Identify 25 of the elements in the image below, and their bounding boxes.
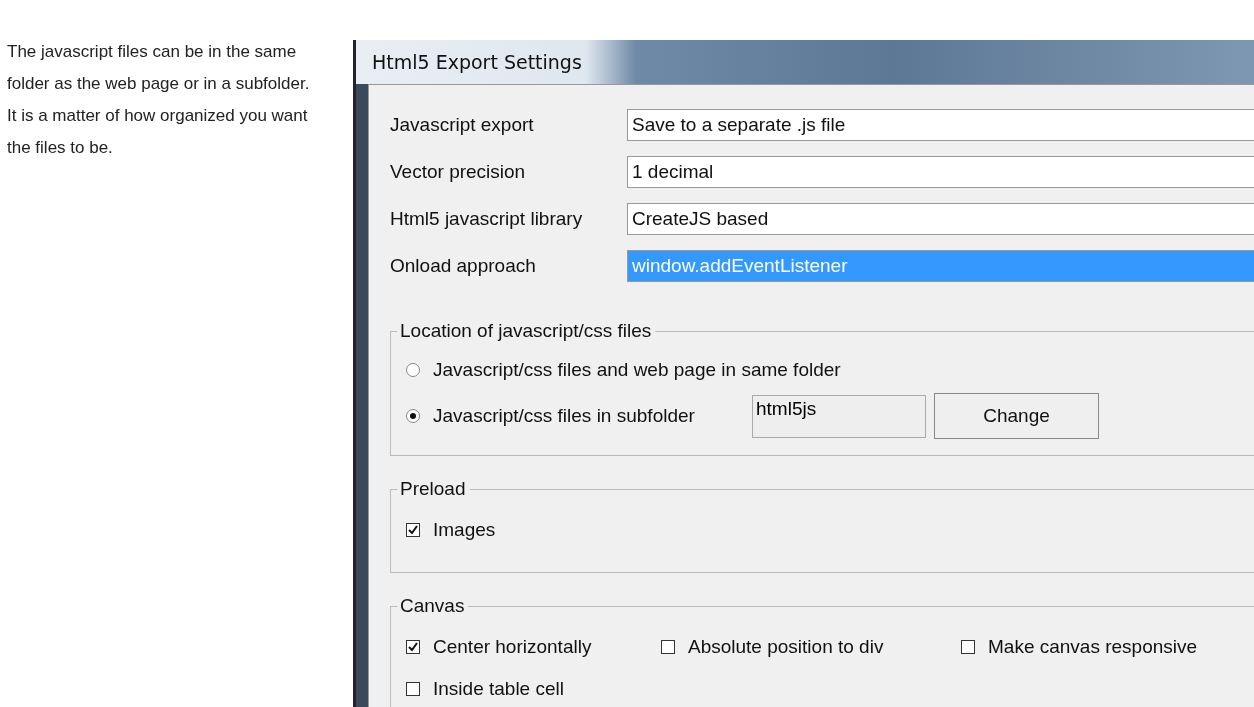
change-button[interactable]: Change xyxy=(934,393,1099,439)
folder-field[interactable]: html5js xyxy=(752,394,926,438)
checkbox[interactable] xyxy=(406,682,420,696)
radio-button[interactable] xyxy=(406,363,420,377)
intro-paragraph: The javascript files can be in the same folder as the web page or in a subfolder. It is a matter of how organized you want the files to be. xyxy=(7,41,311,159)
setting-label: Html5 javascript library xyxy=(390,208,584,230)
checkbox-option[interactable]: Make canvas responsive xyxy=(961,636,1241,658)
window-title: Html5 Export Settings xyxy=(372,51,582,73)
radio-option[interactable]: Javascript/css files in subfolder xyxy=(406,405,752,427)
checkbox-option[interactable]: Absolute position to div xyxy=(661,636,961,658)
checkbox[interactable] xyxy=(406,523,420,537)
radio-button[interactable] xyxy=(406,409,420,423)
checkbox-option[interactable]: Inside table cell xyxy=(406,678,661,700)
setting-label: Vector precision xyxy=(390,161,527,183)
dropdown-field[interactable]: CreateJS based xyxy=(627,203,1254,235)
checkbox[interactable] xyxy=(406,640,420,654)
radio-option[interactable]: Javascript/css files and web page in same folder xyxy=(406,359,841,381)
checkbox-option[interactable]: Center horizontally xyxy=(406,636,661,658)
dropdown-field[interactable]: 1 decimal xyxy=(627,156,1254,188)
checkbox[interactable] xyxy=(661,640,675,654)
checkbox[interactable] xyxy=(961,640,975,654)
dropdown-field[interactable]: Save to a separate .js file xyxy=(627,109,1254,141)
checkbox-option[interactable]: Images xyxy=(406,519,661,541)
setting-label: Javascript export xyxy=(390,114,535,136)
setting-label: Onload approach xyxy=(390,255,537,277)
